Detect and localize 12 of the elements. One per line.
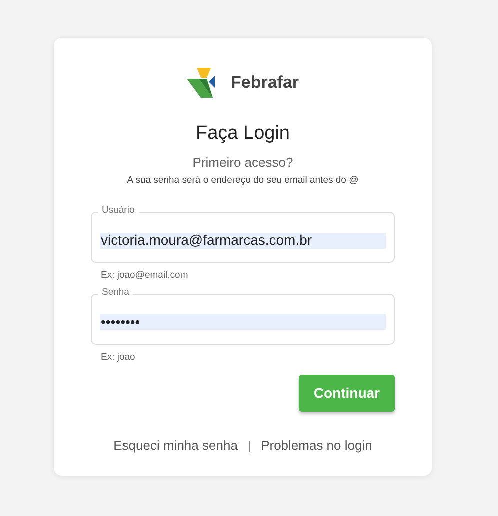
link[interactable]: Problemas no login bbox=[261, 436, 372, 456]
input-field[interactable]: •••••••• bbox=[100, 314, 386, 330]
input-field[interactable]: victoria.moura@farmarcas.com.br bbox=[100, 232, 386, 249]
hint-text: A sua senha será o endereço do seu email antes do @ bbox=[126, 174, 360, 188]
helper-text: Ex: joao@email.com bbox=[100, 269, 190, 284]
login-title: Faça Login bbox=[194, 122, 291, 146]
brand-name: Febrafar bbox=[230, 72, 300, 94]
separator: | bbox=[248, 438, 252, 454]
link[interactable]: Esqueci minha senha bbox=[114, 436, 238, 456]
field-label: Senha bbox=[98, 286, 134, 298]
helper-text: Ex: joao bbox=[100, 350, 136, 364]
subtitle: Primeiro acesso? bbox=[192, 154, 294, 172]
